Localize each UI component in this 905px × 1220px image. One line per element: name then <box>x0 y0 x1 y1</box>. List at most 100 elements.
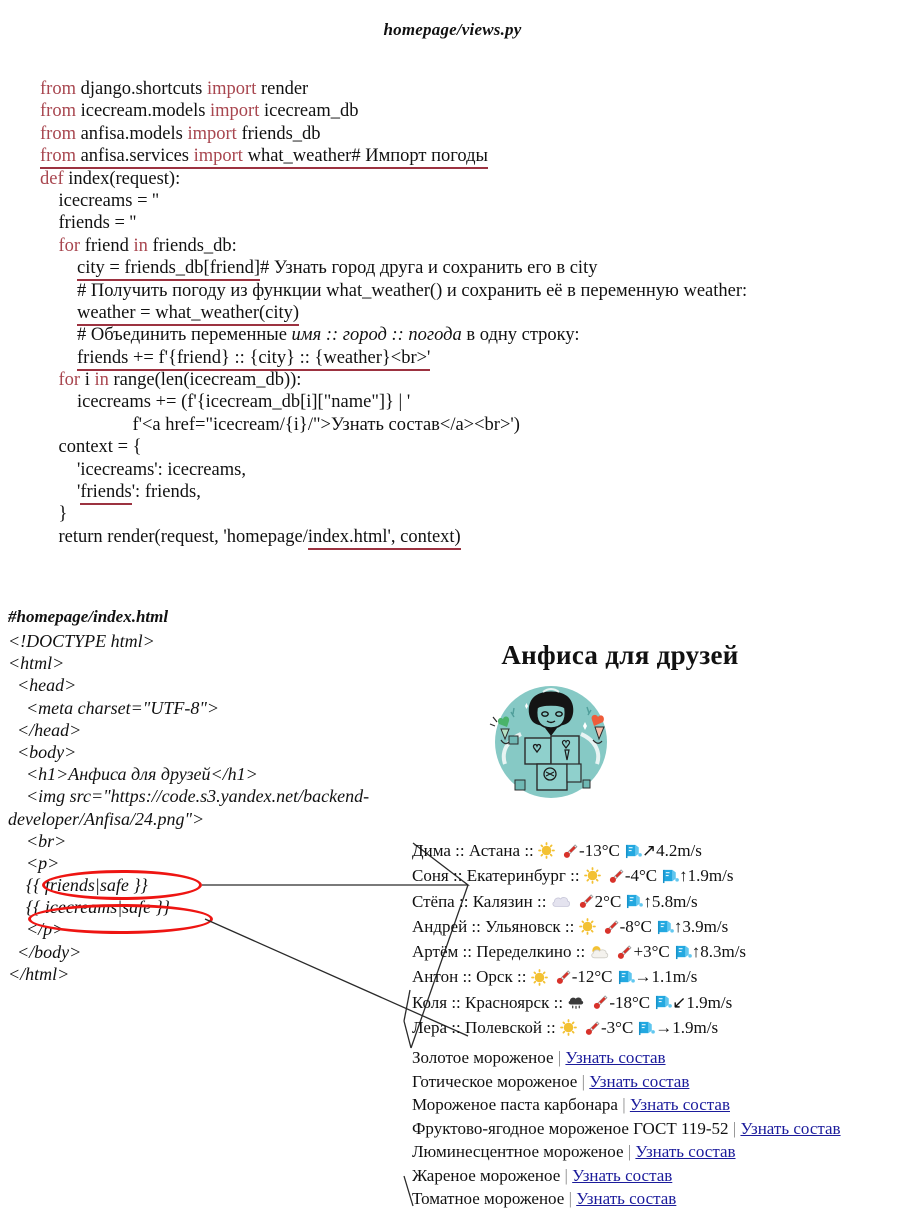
code-line: f'<a href="icecream/{i}/">Узнать состав<… <box>40 414 520 435</box>
code-line: city = friends_db[friend]# Узнать город … <box>40 257 880 282</box>
icecream-details-link[interactable]: Узнать состав <box>565 1048 665 1067</box>
friend-city: Орск <box>476 967 513 987</box>
row-separator: :: <box>549 992 568 1012</box>
row-separator: | <box>553 1048 566 1067</box>
thermometer-icon <box>618 945 632 959</box>
temperature-value: +3°C <box>633 942 670 962</box>
sun-icon <box>560 1019 577 1037</box>
row-separator: :: <box>532 891 551 911</box>
friend-weather-row: Соня :: Екатеринбург :: -4°C ↑1.9m/s <box>412 863 905 888</box>
wind-icon <box>675 945 692 959</box>
row-separator: :: <box>565 866 584 886</box>
wind-icon <box>663 869 680 883</box>
wind-value: ↑3.9m/s <box>673 916 729 936</box>
wind-value: ↙1.9m/s <box>672 992 733 1012</box>
sun-icon <box>530 968 548 986</box>
template-line: </body> <box>8 941 82 962</box>
code-line: weather = what_weather(city) <box>40 302 880 326</box>
friends-weather-list: Дима :: Астана :: -13°C ↗4.2m/s Соня :: Ек… <box>412 838 905 1040</box>
icecream-list: Золотое мороженое | Узнать состав Готичес… <box>412 1046 905 1211</box>
icecream-row: Золотое мороженое | Узнать состав <box>412 1046 905 1070</box>
code-line: for i in range(len(icecream_db)): <box>58 370 302 391</box>
wind-value: ↑5.8m/s <box>643 891 698 911</box>
friend-weather-row: Коля :: Красноярск :: -18°C ↙1.9m/s <box>412 990 905 1015</box>
code-line: friends += f'{friend} :: {city} :: {weat… <box>40 347 880 371</box>
friend-city: Полевской <box>464 1018 543 1038</box>
icecream-details-link[interactable]: Узнать состав <box>576 1189 676 1208</box>
code-line: from anfisa.models import friends_db <box>40 123 321 144</box>
wind-value: ↑1.9m/s <box>679 866 734 886</box>
anfisa-character-illustration <box>489 686 607 798</box>
row-separator: :: <box>458 942 477 962</box>
sun-icon <box>538 842 555 860</box>
icecream-details-link[interactable]: Узнать состав <box>635 1142 735 1161</box>
code-line: 'friends': friends, <box>40 481 880 506</box>
template-line: </html> <box>8 963 70 984</box>
temperature-value: 2°C <box>594 891 622 911</box>
temperature-value: -3°C <box>600 1018 634 1038</box>
row-separator: :: <box>520 841 539 860</box>
thermometer-icon <box>604 919 619 934</box>
cloud-icon <box>552 896 570 907</box>
code-line: from icecream.models import icecream_db <box>40 101 359 122</box>
friend-name: Артём <box>412 942 459 962</box>
icecream-name: Золотое мороженое <box>412 1048 554 1067</box>
thermometer-icon <box>585 1021 600 1035</box>
wind-icon <box>657 920 674 934</box>
annotation-ellipse-icecreams <box>28 904 213 934</box>
template-line: <br> <box>8 830 67 851</box>
wind-value: ↑8.3m/s <box>691 942 747 962</box>
friend-city: Переделкино <box>476 942 572 962</box>
row-separator: | <box>623 1142 636 1161</box>
row-separator: :: <box>467 916 486 936</box>
icecream-name: Фруктово-ягодное мороженое ГОСТ 119-52 <box>412 1118 729 1138</box>
code-line: from django.shortcuts import render <box>40 79 309 99</box>
row-separator: | <box>560 1165 573 1185</box>
friend-weather-row: Андрей :: Ульяновск :: -8°C ↑3.9m/s <box>412 914 905 939</box>
friend-weather-row: Стёпа :: Калязин :: 2°C ↑5.8m/s <box>412 889 905 914</box>
temperature-value: -13°C <box>579 841 620 860</box>
code-line: } <box>40 504 68 525</box>
code-line: for friend in friends_db: <box>58 235 237 256</box>
friend-name: Соня <box>412 866 449 886</box>
sun-icon <box>578 918 596 935</box>
template-line: developer/Anfisa/24.png"> <box>8 808 205 829</box>
row-separator: :: <box>458 967 477 987</box>
icecream-name: Жареное мороженое <box>412 1165 561 1185</box>
code-line: def index(request): <box>40 168 181 189</box>
icecream-details-link[interactable]: Узнать состав <box>740 1119 840 1138</box>
friend-city: Екатеринбург <box>466 866 566 886</box>
row-separator: :: <box>571 942 590 962</box>
icecream-name: Люминесцентное мороженое <box>412 1142 624 1161</box>
icecream-name: Готическое мороженое <box>412 1071 578 1091</box>
template-line: <head> <box>8 675 77 696</box>
row-separator: :: <box>542 1018 560 1038</box>
icecream-details-link[interactable]: Узнать состав <box>630 1095 730 1114</box>
wind-value: →1.9m/s <box>655 1018 719 1038</box>
template-line: <body> <box>8 741 77 762</box>
friend-name: Андрей <box>412 916 468 936</box>
page-heading: Анфиса для друзей <box>501 640 739 670</box>
row-separator: :: <box>448 866 467 886</box>
template-line: <h1>Анфиса для друзей</h1> <box>8 764 258 785</box>
row-separator: | <box>728 1118 741 1138</box>
friend-weather-row: Дима :: Астана :: -13°C ↗4.2m/s <box>412 838 905 863</box>
icecream-details-link[interactable]: Узнать состав <box>572 1166 672 1185</box>
wind-icon <box>627 895 644 909</box>
code-line: friends = '' <box>40 213 137 234</box>
temperature-value: -4°C <box>624 866 658 886</box>
icecream-name: Томатное мороженое <box>412 1189 565 1208</box>
friend-weather-row: Лера :: Полевской :: -3°C →1.9m/s <box>412 1015 905 1040</box>
python-code-block: from django.shortcuts import render from … <box>40 78 880 550</box>
python-file-title: homepage/views.py <box>383 20 522 39</box>
row-separator: :: <box>512 967 531 987</box>
wind-value: →1.1m/s <box>634 967 698 987</box>
temperature-value: -8°C <box>619 916 652 936</box>
friend-name: Стёпа <box>412 891 455 911</box>
wind-value: ↗4.2m/s <box>641 841 702 860</box>
friend-city: Астана <box>468 841 521 860</box>
icecream-row: Фруктово-ягодное мороженое ГОСТ 119-52 |… <box>412 1117 905 1141</box>
template-line: <html> <box>8 653 65 674</box>
icecream-details-link[interactable]: Узнать состав <box>589 1072 689 1091</box>
thermometer-icon <box>556 970 571 985</box>
